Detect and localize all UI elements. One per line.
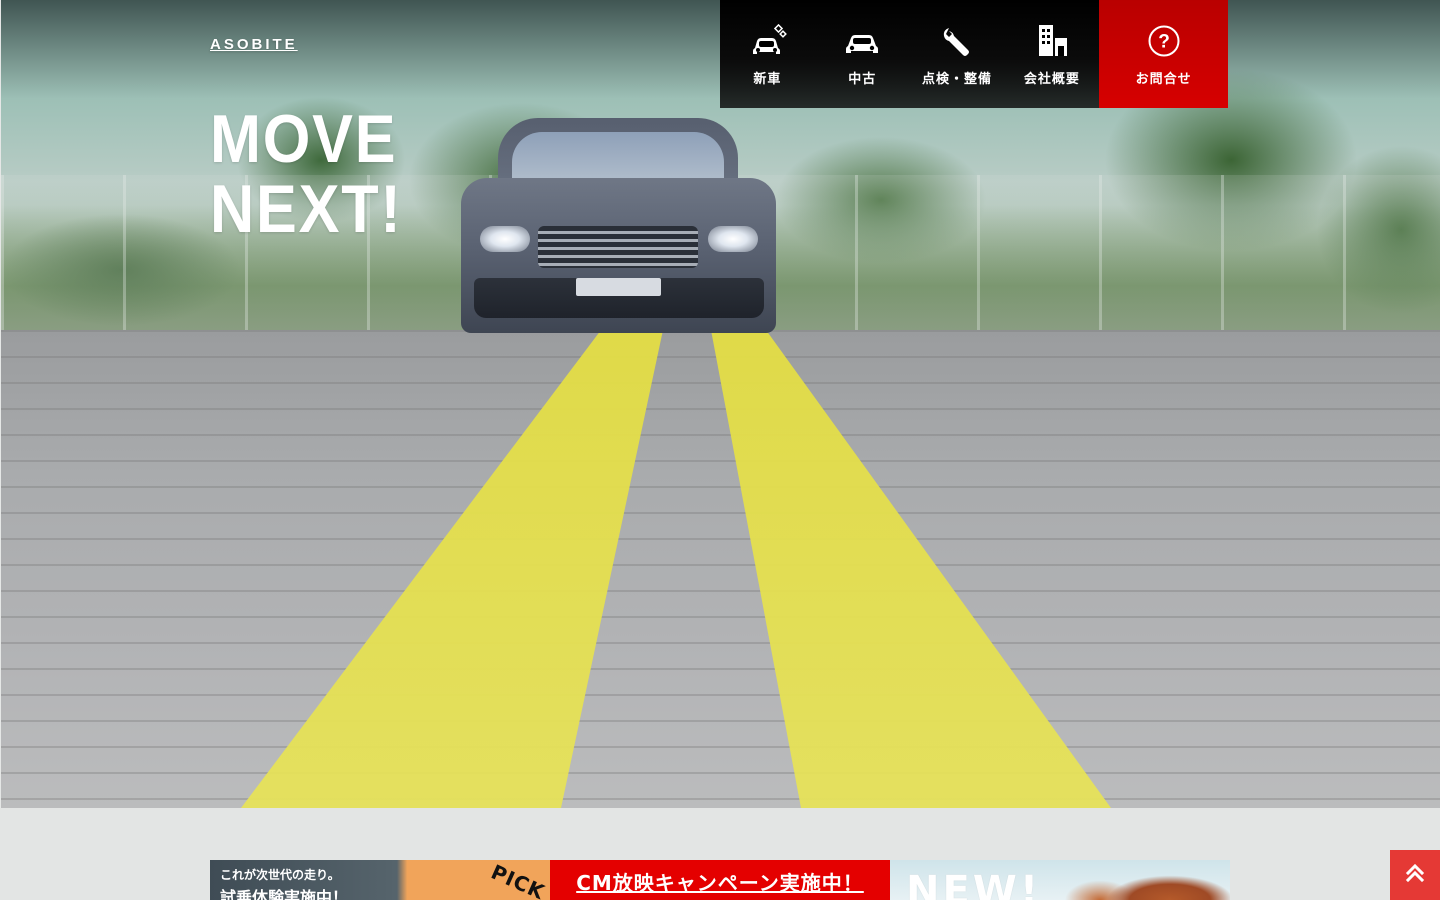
nav-label: 会社概要 [1023, 72, 1080, 87]
question-icon: ? [1144, 24, 1184, 58]
nav-label: 中古 [848, 72, 877, 87]
nav-item-contact[interactable]: ? お問合せ [1099, 0, 1228, 108]
nav-item-used-car[interactable]: 中古 [815, 0, 910, 108]
car-headlight-right [708, 226, 758, 252]
nav-label: 点検・整備 [922, 72, 993, 87]
nav-label: お問合せ [1135, 72, 1192, 87]
banner-test-drive-line1: これが次世代の走り。 [220, 868, 340, 882]
new-car-icon [747, 24, 788, 58]
car-grille [538, 226, 698, 268]
back-to-top-button[interactable] [1390, 850, 1440, 900]
banner-cm-campaign[interactable]: CM放映キャンペーン実施中！ [550, 860, 890, 900]
main-nav: 新車 中古 点検・整備 会社概要 ? お問合せ [720, 0, 1228, 108]
page: ASOBITE MOVE NEXT! 新車 中古 点検・整備 会社概要 ? お問… [0, 0, 1440, 900]
hero-tagline-line1: MOVE [210, 101, 398, 177]
logo[interactable]: ASOBITE [210, 36, 298, 54]
hero-tagline: MOVE NEXT! [210, 104, 498, 244]
building-icon [1032, 24, 1072, 58]
banner-test-drive-ribbon: PICK [487, 860, 549, 900]
double-chevron-up-icon [1404, 862, 1426, 888]
nav-item-new-car[interactable]: 新車 [720, 0, 815, 108]
hero-tagline-line2: NEXT! [210, 171, 403, 247]
banner-new-model-rock [1060, 860, 1230, 900]
car-plate [576, 278, 661, 296]
banner-new-model-text: NEW! [906, 868, 1042, 900]
banner-test-drive-line2: 試乗体験実施中！ [220, 888, 349, 900]
banner-cm-campaign-text: CM放映キャンペーン実施中！ [576, 870, 864, 895]
road-lines [241, 330, 1111, 808]
wrench-icon [937, 24, 977, 58]
banner-new-model[interactable]: NEW! [890, 860, 1230, 900]
banner-test-drive[interactable]: これが次世代の走り。 試乗体験実施中！ PICK [210, 860, 550, 900]
promo-banners: これが次世代の走り。 試乗体験実施中！ PICK CM放映キャンペーン実施中！ … [210, 860, 1230, 900]
nav-label: 新車 [753, 72, 782, 87]
nav-item-maintenance[interactable]: 点検・整備 [910, 0, 1005, 108]
nav-item-company[interactable]: 会社概要 [1004, 0, 1099, 108]
svg-text:?: ? [1158, 32, 1170, 53]
used-car-icon [842, 24, 882, 58]
